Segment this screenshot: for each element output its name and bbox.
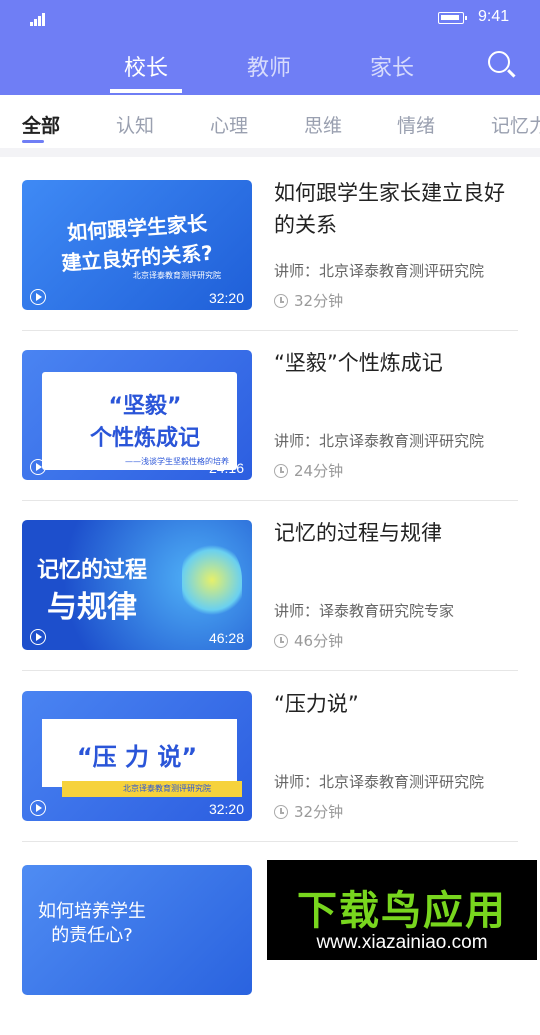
video-duration: 46:28 bbox=[208, 630, 244, 646]
category-memory[interactable]: 记忆力 bbox=[491, 111, 540, 138]
course-length-text: 24分钟 bbox=[294, 462, 344, 480]
course-title[interactable]: “坚毅”个性炼成记 bbox=[274, 347, 520, 379]
battery-icon bbox=[438, 12, 467, 24]
play-icon[interactable] bbox=[30, 629, 46, 645]
watermark-banner: 下载鸟应用 www.xiazainiao.com bbox=[267, 860, 537, 960]
course-length: 46分钟 bbox=[274, 630, 343, 651]
course-length: 32分钟 bbox=[274, 290, 343, 311]
status-bar: 9:41 bbox=[0, 6, 540, 30]
video-duration: 32:20 bbox=[208, 801, 244, 817]
watermark-url: www.xiazainiao.com bbox=[316, 932, 488, 953]
course-length-text: 46分钟 bbox=[294, 632, 344, 650]
tab-teacher[interactable]: 教师 bbox=[229, 50, 309, 82]
thumbnail-text: 的责任心? bbox=[51, 925, 133, 946]
divider bbox=[22, 841, 518, 842]
course-thumbnail: “坚毅” 个性炼成记 ——浅谈学生坚毅性格的培养 24:16 bbox=[22, 350, 252, 480]
course-length: 24分钟 bbox=[274, 460, 343, 481]
status-time: 9:41 bbox=[478, 8, 510, 25]
thumbnail-text: 与规律 bbox=[47, 590, 137, 625]
category-all[interactable]: 全部 bbox=[22, 111, 60, 138]
category-cognition[interactable]: 认知 bbox=[116, 111, 154, 138]
course-card[interactable]: “坚毅” 个性炼成记 ——浅谈学生坚毅性格的培养 24:16 “坚毅”个性炼成记… bbox=[0, 350, 540, 520]
divider bbox=[22, 500, 518, 501]
course-length-text: 32分钟 bbox=[294, 292, 344, 310]
category-emotion[interactable]: 情绪 bbox=[397, 111, 435, 138]
category-thinking[interactable]: 思维 bbox=[304, 111, 342, 138]
active-tab-indicator bbox=[110, 89, 182, 93]
course-thumbnail: 记忆的过程 与规律 46:28 bbox=[22, 520, 252, 650]
divider bbox=[22, 330, 518, 331]
course-title[interactable]: “压力说” bbox=[274, 688, 520, 720]
course-lecturer: 讲师：北京译泰教育测评研究院 bbox=[274, 262, 485, 280]
course-length-text: 32分钟 bbox=[294, 803, 344, 821]
thumbnail-text: 个性炼成记 bbox=[89, 426, 200, 451]
video-duration: 24:16 bbox=[208, 460, 244, 476]
course-card[interactable]: 如何跟学生家长 建立良好的关系? 北京译泰教育测评研究院 32:20 如何跟学生… bbox=[0, 180, 540, 350]
category-tabs: 全部 认知 心理 思维 情绪 记忆力 bbox=[0, 95, 540, 148]
clock-icon bbox=[274, 805, 288, 819]
section-gap bbox=[0, 148, 540, 157]
thumbnail-text: 如何培养学生 bbox=[38, 901, 146, 922]
thumbnail-caption: 北京译泰教育测评研究院 bbox=[123, 784, 211, 793]
tab-parent[interactable]: 家长 bbox=[352, 50, 432, 82]
course-title[interactable]: 如何跟学生家长建立良好的关系 bbox=[274, 177, 520, 241]
divider bbox=[22, 670, 518, 671]
play-icon[interactable] bbox=[30, 459, 46, 475]
course-title[interactable]: 记忆的过程与规律 bbox=[274, 517, 520, 549]
course-card[interactable]: 记忆的过程 与规律 46:28 记忆的过程与规律 讲师：译泰教育研究院专家 46… bbox=[0, 520, 540, 690]
thumbnail-text: “压 力 说” bbox=[76, 743, 198, 771]
category-psychology[interactable]: 心理 bbox=[210, 111, 248, 138]
course-lecturer: 讲师：译泰教育研究院专家 bbox=[274, 602, 455, 620]
play-icon[interactable] bbox=[30, 289, 46, 305]
signal-icon bbox=[30, 12, 47, 26]
search-icon[interactable] bbox=[488, 51, 510, 73]
clock-icon bbox=[274, 464, 288, 478]
tab-principal[interactable]: 校长 bbox=[106, 50, 186, 82]
course-card[interactable]: “压 力 说” 北京译泰教育测评研究院 32:20 “压力说” 讲师：北京译泰教… bbox=[0, 691, 540, 861]
thumbnail-caption: 北京译泰教育测评研究院 bbox=[133, 271, 221, 280]
active-category-indicator bbox=[22, 140, 44, 143]
head-graphic bbox=[182, 540, 242, 620]
clock-icon bbox=[274, 634, 288, 648]
course-lecturer: 讲师：北京译泰教育测评研究院 bbox=[274, 432, 485, 450]
course-thumbnail: “压 力 说” 北京译泰教育测评研究院 32:20 bbox=[22, 691, 252, 821]
video-duration: 32:20 bbox=[208, 290, 244, 306]
course-length: 32分钟 bbox=[274, 801, 343, 822]
top-header: 9:41 校长 教师 家长 bbox=[0, 0, 540, 95]
thumbnail-text: “坚毅” bbox=[108, 394, 182, 419]
course-lecturer: 讲师：北京译泰教育测评研究院 bbox=[274, 773, 485, 791]
thumbnail-text: 记忆的过程 bbox=[36, 558, 147, 583]
play-icon[interactable] bbox=[30, 800, 46, 816]
clock-icon bbox=[274, 294, 288, 308]
course-thumbnail: 如何培养学生 的责任心? bbox=[22, 865, 252, 995]
course-thumbnail: 如何跟学生家长 建立良好的关系? 北京译泰教育测评研究院 32:20 bbox=[22, 180, 252, 310]
watermark-title: 下载鸟应用 bbox=[297, 888, 507, 934]
